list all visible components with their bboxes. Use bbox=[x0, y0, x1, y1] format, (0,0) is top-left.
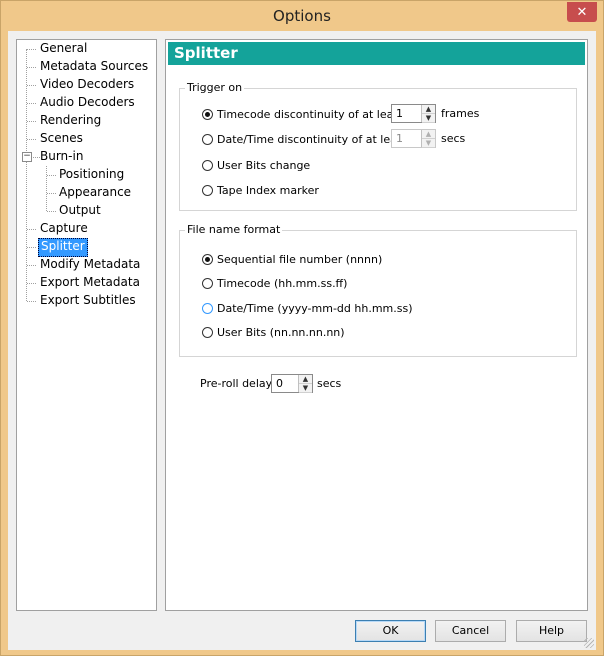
radio-label: User Bits (nn.nn.nn.nn) bbox=[217, 325, 345, 339]
radio-user-bits-format[interactable]: User Bits (nn.nn.nn.nn) bbox=[202, 324, 345, 340]
tree-guide-line bbox=[27, 247, 36, 248]
preroll-stepper[interactable]: 0 ▲ ▼ bbox=[271, 374, 313, 393]
tree-guide-line bbox=[27, 85, 36, 86]
tree-item-metadata-sources[interactable]: Metadata Sources bbox=[38, 58, 150, 75]
dialog-client: General Metadata Sources Video Decoders … bbox=[8, 31, 596, 650]
page-title: Splitter bbox=[168, 42, 585, 65]
tree-guide-line bbox=[27, 229, 36, 230]
datetime-secs-stepper[interactable]: 1 ▲ ▼ bbox=[391, 129, 436, 148]
stepper-arrows: ▲ ▼ bbox=[421, 130, 435, 148]
radio-datetime-discontinuity[interactable]: Date/Time discontinuity of at least bbox=[202, 131, 407, 147]
radio-label: Sequential file number (nnnn) bbox=[217, 252, 383, 266]
tree-item-rendering[interactable]: Rendering bbox=[38, 112, 103, 129]
trigger-group-label: Trigger on bbox=[185, 81, 245, 95]
tree-item-scenes[interactable]: Scenes bbox=[38, 130, 85, 147]
stepper-arrows: ▲ ▼ bbox=[298, 375, 312, 393]
radio-button[interactable] bbox=[202, 302, 213, 314]
chevron-down-icon[interactable]: ▼ bbox=[422, 114, 435, 123]
stepper-value[interactable]: 1 bbox=[392, 105, 421, 122]
tree-item-export-metadata[interactable]: Export Metadata bbox=[38, 274, 142, 291]
ok-button[interactable]: OK bbox=[355, 620, 426, 642]
radio-label: Tape Index marker bbox=[217, 183, 319, 197]
radio-button[interactable] bbox=[202, 133, 213, 145]
tree-guide-line bbox=[47, 193, 56, 194]
preroll-label: Pre-roll delay bbox=[200, 377, 273, 390]
window-title: Options bbox=[273, 7, 331, 25]
tree-item-video-decoders[interactable]: Video Decoders bbox=[38, 76, 136, 93]
radio-tape-index-marker[interactable]: Tape Index marker bbox=[202, 182, 319, 198]
tree-item-general[interactable]: General bbox=[38, 40, 89, 57]
title-bar[interactable]: Options ✕ bbox=[1, 1, 603, 31]
radio-button[interactable] bbox=[202, 184, 213, 196]
radio-timecode-format[interactable]: Timecode (hh.mm.ss.ff) bbox=[202, 275, 347, 291]
radio-label: Date/Time (yyyy-mm-dd hh.mm.ss) bbox=[217, 301, 413, 315]
radio-label: Date/Time discontinuity of at least bbox=[217, 132, 407, 146]
radio-button[interactable] bbox=[202, 159, 213, 171]
preroll-unit-label: secs bbox=[317, 377, 342, 390]
chevron-down-icon[interactable]: ▼ bbox=[422, 139, 435, 148]
tree-item-splitter[interactable]: Splitter bbox=[38, 238, 88, 257]
tree-guide-line bbox=[27, 139, 36, 140]
tree-guide-line bbox=[46, 166, 47, 211]
stepper-value[interactable]: 0 bbox=[272, 375, 298, 392]
tree-guide-line bbox=[47, 211, 56, 212]
help-button[interactable]: Help bbox=[516, 620, 587, 642]
chevron-down-icon[interactable]: ▼ bbox=[299, 384, 312, 393]
chevron-up-icon[interactable]: ▲ bbox=[422, 105, 435, 114]
radio-button[interactable] bbox=[202, 326, 213, 338]
tree-item-positioning[interactable]: Positioning bbox=[57, 166, 126, 183]
tree-item-export-subtitles[interactable]: Export Subtitles bbox=[38, 292, 138, 309]
tree-item-output[interactable]: Output bbox=[57, 202, 103, 219]
tree-item-capture[interactable]: Capture bbox=[38, 220, 90, 237]
timecode-unit-label: frames bbox=[441, 107, 480, 120]
options-window: Options ✕ General Metadata Sources Video bbox=[0, 0, 604, 656]
tree-guide-line bbox=[27, 121, 36, 122]
tree-guide-line bbox=[27, 49, 36, 50]
tree-guide-line bbox=[26, 49, 27, 301]
radio-button[interactable] bbox=[202, 253, 213, 265]
radio-sequential-file-number[interactable]: Sequential file number (nnnn) bbox=[202, 251, 382, 267]
filename-format-group-label: File name format bbox=[185, 223, 283, 237]
stepper-value[interactable]: 1 bbox=[392, 130, 421, 147]
options-tree: General Metadata Sources Video Decoders … bbox=[16, 39, 157, 611]
radio-button[interactable] bbox=[202, 277, 213, 289]
tree-guide-line bbox=[27, 301, 36, 302]
tree-item-modify-metadata[interactable]: Modify Metadata bbox=[38, 256, 142, 273]
collapse-icon[interactable]: − bbox=[22, 152, 32, 162]
tree-guide-line bbox=[27, 265, 36, 266]
tree-guide-line bbox=[47, 175, 56, 176]
datetime-unit-label: secs bbox=[441, 132, 466, 145]
tree-guide-line bbox=[27, 283, 36, 284]
radio-timecode-discontinuity[interactable]: Timecode discontinuity of at least bbox=[202, 106, 403, 122]
radio-label: Timecode discontinuity of at least bbox=[217, 107, 404, 121]
resize-grip-icon[interactable] bbox=[584, 638, 594, 648]
tree-item-burn-in[interactable]: Burn-in bbox=[38, 148, 85, 165]
stepper-arrows: ▲ ▼ bbox=[421, 105, 435, 123]
cancel-button[interactable]: Cancel bbox=[435, 620, 506, 642]
chevron-up-icon[interactable]: ▲ bbox=[299, 375, 312, 384]
tree-item-appearance[interactable]: Appearance bbox=[57, 184, 133, 201]
radio-button[interactable] bbox=[202, 108, 213, 120]
tree-item-audio-decoders[interactable]: Audio Decoders bbox=[38, 94, 137, 111]
radio-user-bits-change[interactable]: User Bits change bbox=[202, 157, 310, 173]
tree-guide-line bbox=[27, 67, 36, 68]
radio-label: User Bits change bbox=[217, 158, 311, 172]
close-icon[interactable]: ✕ bbox=[567, 2, 597, 22]
timecode-frames-stepper[interactable]: 1 ▲ ▼ bbox=[391, 104, 436, 123]
tree-guide-line bbox=[27, 103, 36, 104]
chevron-up-icon[interactable]: ▲ bbox=[422, 130, 435, 139]
radio-datetime-format[interactable]: Date/Time (yyyy-mm-dd hh.mm.ss) bbox=[202, 300, 413, 316]
splitter-page: Splitter Trigger on Timecode discontinui… bbox=[165, 39, 588, 611]
radio-label: Timecode (hh.mm.ss.ff) bbox=[217, 276, 348, 290]
